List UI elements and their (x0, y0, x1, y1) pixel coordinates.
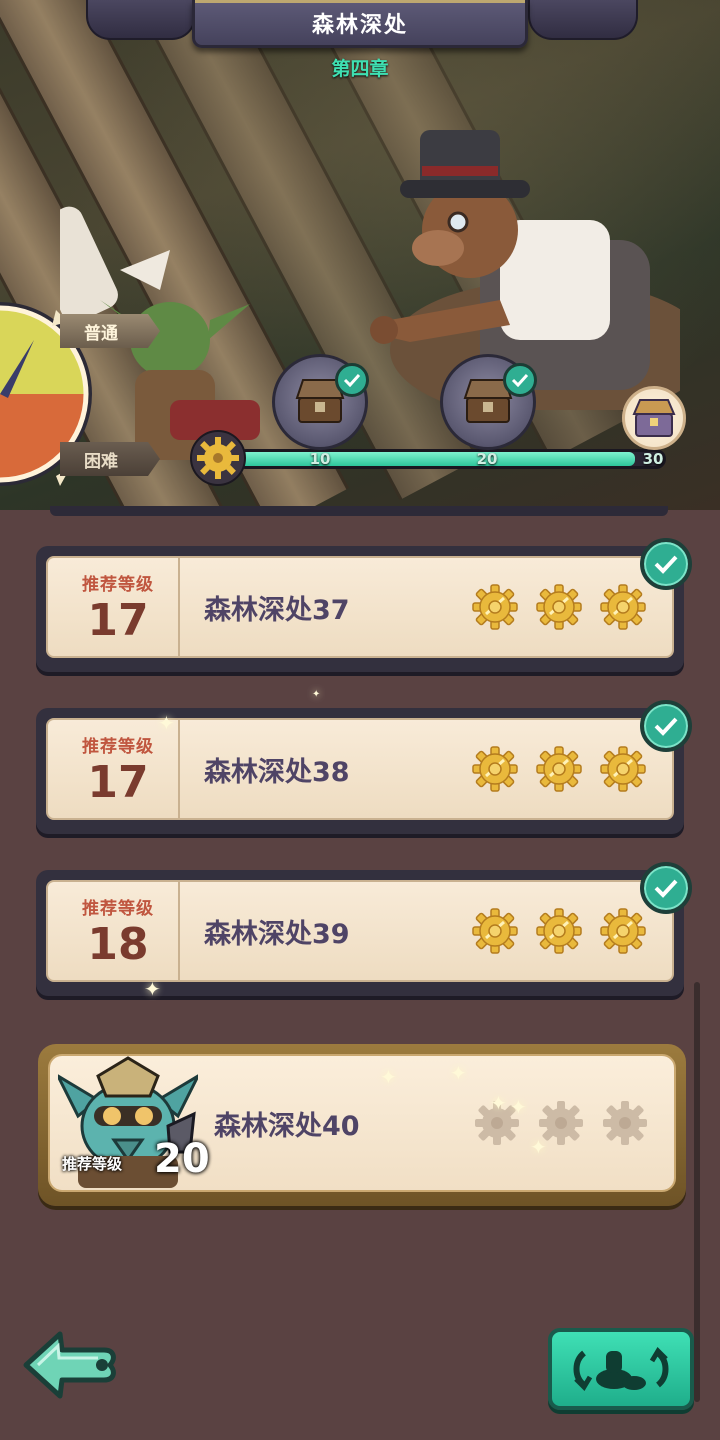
claimed-check-icon (503, 363, 537, 397)
recommended-level-label: 推荐等级 (62, 1155, 123, 1173)
cleared-check-icon (640, 862, 692, 914)
progress-fill (239, 452, 635, 466)
chapter-banner: 森林深处 第四章 普通 困难 10 20 30 (0, 0, 720, 510)
stage-name: 森林深处40 (214, 1110, 360, 1142)
sparkle-icon: ✦ (450, 1061, 467, 1085)
difficulty-hard-tab[interactable]: 困难 (60, 442, 160, 476)
cleared-check-icon (640, 700, 692, 752)
gear-star-icon (600, 584, 646, 630)
team-swap-icon (573, 1346, 669, 1392)
gear-star-icon (472, 908, 518, 954)
milestone-chest-20[interactable] (440, 354, 537, 450)
recommended-level-box: 推荐等级 18 (58, 882, 180, 980)
gear-star-icon (472, 746, 518, 792)
cleared-check-icon (640, 538, 692, 590)
stage-stars (472, 584, 646, 630)
clock-ornament (86, 0, 196, 40)
recommended-level-label: 推荐等级 (82, 898, 154, 919)
stage-card[interactable]: 推荐等级 17 森林深处37 (36, 538, 692, 672)
gear-star-icon (536, 908, 582, 954)
stage-name: 森林深处39 (204, 918, 350, 950)
gear-star-icon (600, 908, 646, 954)
teapot-ornament (528, 0, 638, 40)
milestone-chest-30[interactable] (622, 386, 686, 450)
sparkle-icon: ✦ (144, 977, 161, 1001)
gear-star-empty-icon (602, 1100, 648, 1146)
current-stage-card[interactable]: 推荐等级 20 森林深处40 ✦ ✦ ✦ ✦ ✦ (38, 1044, 686, 1206)
stage-card-body: 推荐等级 20 森林深处40 ✦ ✦ ✦ ✦ ✦ (48, 1054, 676, 1192)
back-button[interactable] (22, 1328, 120, 1402)
stage-card[interactable]: 推荐等级 18 森林深处39 (36, 862, 692, 996)
gear-badge-icon (190, 430, 246, 486)
stage-name: 森林深处37 (204, 594, 350, 626)
recommended-level-value: 17 (87, 756, 149, 808)
stage-stars (472, 908, 646, 954)
gear-star-icon (600, 746, 646, 792)
team-swap-button[interactable] (548, 1328, 694, 1410)
sparkle-icon: ✦ (158, 711, 175, 735)
stage-name: 森林深处38 (204, 756, 350, 788)
gear-star-icon (472, 584, 518, 630)
milestone-label-20: 20 (476, 450, 498, 468)
gear-star-icon (536, 746, 582, 792)
recommended-level-box: 推荐等级 17 (58, 558, 180, 656)
sparkle-icon: ✦ (380, 1065, 397, 1089)
recommended-level-value: 17 (87, 594, 149, 646)
difficulty-normal-tab[interactable]: 普通 (60, 314, 160, 348)
stage-stars (472, 746, 646, 792)
recommended-level-label: 推荐等级 (82, 736, 154, 757)
stage-list-scrollbar[interactable] (694, 982, 700, 1402)
stage-card-body: 推荐等级 18 森林深处39 (46, 880, 674, 982)
claimed-check-icon (335, 363, 369, 397)
sparkle-icon: ✦ (312, 689, 321, 700)
milestone-chest-10[interactable] (272, 354, 369, 450)
recommended-level-value: 18 (87, 918, 149, 970)
recommended-level-value: 20 (154, 1136, 210, 1182)
page-title: 森林深处 (192, 0, 528, 48)
gear-star-icon (536, 584, 582, 630)
sparkle-icon: ✦ (490, 1091, 507, 1115)
stage-card[interactable]: 推荐等级 17 森林深处38 (36, 700, 692, 834)
banner-frame-edge (50, 506, 668, 516)
stage-card-body: 推荐等级 17 森林深处37 (46, 556, 674, 658)
sparkle-icon: ✦ (530, 1135, 547, 1159)
treasure-chest-icon (632, 399, 676, 437)
stage-card-body: 推荐等级 17 森林深处38 (46, 718, 674, 820)
sparkle-icon: ✦ (510, 1095, 527, 1119)
recommended-level-label: 推荐等级 (82, 574, 154, 595)
chapter-label: 第四章 (331, 58, 389, 80)
milestone-label-30: 30 (642, 450, 664, 468)
milestone-label-10: 10 (309, 450, 331, 468)
